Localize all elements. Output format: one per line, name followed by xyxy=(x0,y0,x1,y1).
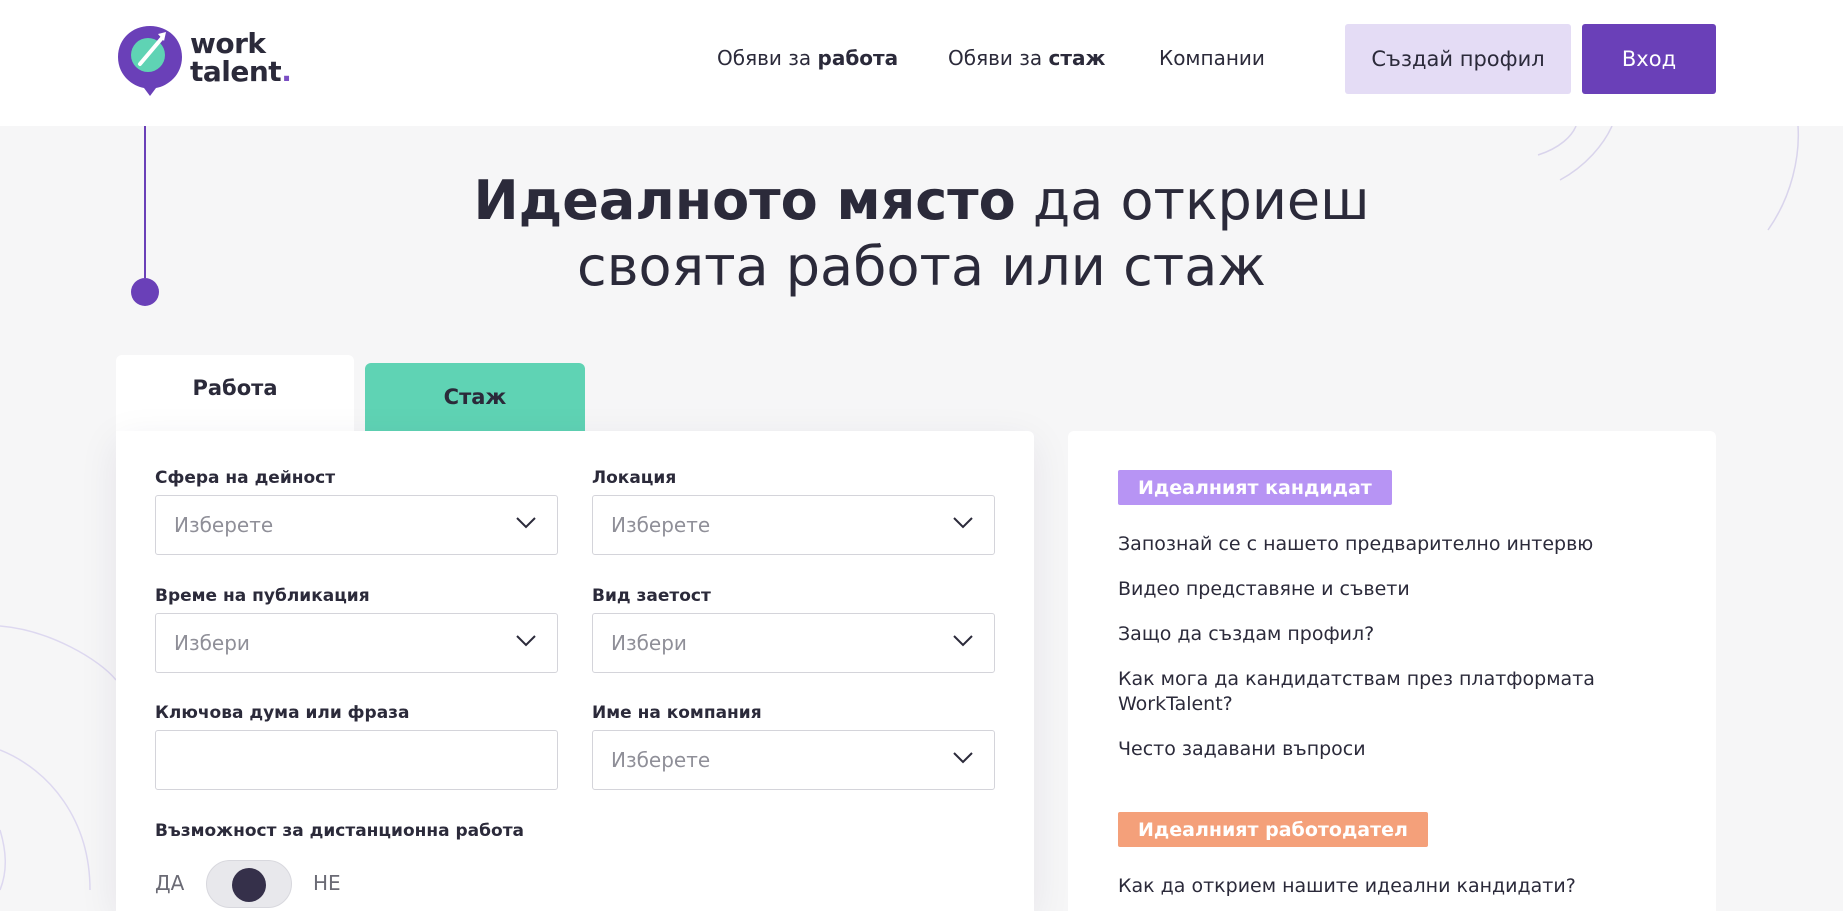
page-title: Идеалното място да откриеш своята работа… xyxy=(0,168,1843,300)
location-select-value: Изберете xyxy=(611,513,711,537)
ideal-candidate-badge: Идеалният кандидат xyxy=(1118,470,1392,505)
site-header: work talent. Обяви за работа Обяви за ст… xyxy=(0,0,1843,126)
chevron-down-icon xyxy=(516,635,536,647)
company-select[interactable]: Изберете xyxy=(592,730,995,790)
work-talent-logo[interactable]: work talent. xyxy=(116,24,292,96)
posted-time-label: Време на публикация xyxy=(155,586,370,606)
nav-jobs[interactable]: Обяви за работа xyxy=(717,46,898,70)
toggle-knob xyxy=(232,868,266,902)
employment-type-select[interactable]: Избери xyxy=(592,613,995,673)
logo-dot: . xyxy=(281,55,292,88)
posted-time-select-value: Избери xyxy=(174,631,250,655)
logo-word-work: work xyxy=(190,27,266,60)
logo-wordmark: work talent. xyxy=(190,27,292,88)
hero-rest-line1: да откриеш xyxy=(1015,169,1370,232)
logo-talent-text: talent xyxy=(190,55,282,88)
tab-work[interactable]: Работа xyxy=(116,355,354,431)
tab-internship[interactable]: Стаж xyxy=(365,363,585,431)
nav-companies[interactable]: Компании xyxy=(1159,46,1265,70)
logo-pin-icon xyxy=(118,26,182,96)
chevron-down-icon xyxy=(953,635,973,647)
employment-type-select-value: Избери xyxy=(611,631,687,655)
employer-link-find-candidates[interactable]: Как да открием нашите идеални кандидати? xyxy=(1118,874,1618,899)
candidate-link-interview[interactable]: Запознай се с нашето предварително интер… xyxy=(1118,532,1618,557)
remote-yes-label: ДА xyxy=(155,871,185,895)
remote-no-label: НЕ xyxy=(313,871,341,895)
location-select[interactable]: Изберете xyxy=(592,495,995,555)
candidate-link-faq[interactable]: Често задавани въпроси xyxy=(1118,737,1618,762)
nav-internships[interactable]: Обяви за стаж xyxy=(948,46,1105,70)
hero-line-2: своята работа или стаж xyxy=(577,235,1266,298)
posted-time-select[interactable]: Избери xyxy=(155,613,558,673)
candidate-link-video[interactable]: Видео представяне и съвети xyxy=(1118,577,1618,602)
chevron-down-icon xyxy=(953,752,973,764)
area-select-value: Изберете xyxy=(174,513,274,537)
area-label: Сфера на дейност xyxy=(155,468,336,488)
chevron-down-icon xyxy=(516,517,536,529)
nav-internships-prefix: Обяви за xyxy=(948,46,1043,70)
decorative-arcs-left xyxy=(0,625,116,891)
nav-jobs-strong: работа xyxy=(817,46,899,70)
nav-companies-label: Компании xyxy=(1159,46,1265,70)
location-label: Локация xyxy=(592,468,677,488)
ideal-employer-badge: Идеалният работодател xyxy=(1118,812,1428,847)
nav-jobs-prefix: Обяви за xyxy=(717,46,812,70)
create-profile-button[interactable]: Създай профил xyxy=(1345,24,1571,94)
keyword-label: Ключова дума или фраза xyxy=(155,703,410,723)
candidate-link-why-profile[interactable]: Защо да създам профил? xyxy=(1118,622,1618,647)
company-select-value: Изберете xyxy=(611,748,711,772)
logo-word-talent: talent. xyxy=(190,55,292,88)
company-label: Име на компания xyxy=(592,703,762,723)
employment-type-label: Вид заетост xyxy=(592,586,711,606)
login-button[interactable]: Вход xyxy=(1582,24,1716,94)
keyword-input[interactable] xyxy=(155,730,558,790)
candidate-link-how-apply[interactable]: Как мога да кандидатствам през платформа… xyxy=(1118,667,1618,717)
remote-work-toggle[interactable] xyxy=(206,860,292,908)
nav-internships-strong: стаж xyxy=(1048,46,1106,70)
chevron-down-icon xyxy=(953,517,973,529)
hero-line-1: Идеалното място да откриеш xyxy=(0,168,1843,234)
area-select[interactable]: Изберете xyxy=(155,495,558,555)
hero-strong: Идеалното място xyxy=(473,169,1016,232)
remote-work-label: Възможност за дистанционна работа xyxy=(155,821,525,841)
